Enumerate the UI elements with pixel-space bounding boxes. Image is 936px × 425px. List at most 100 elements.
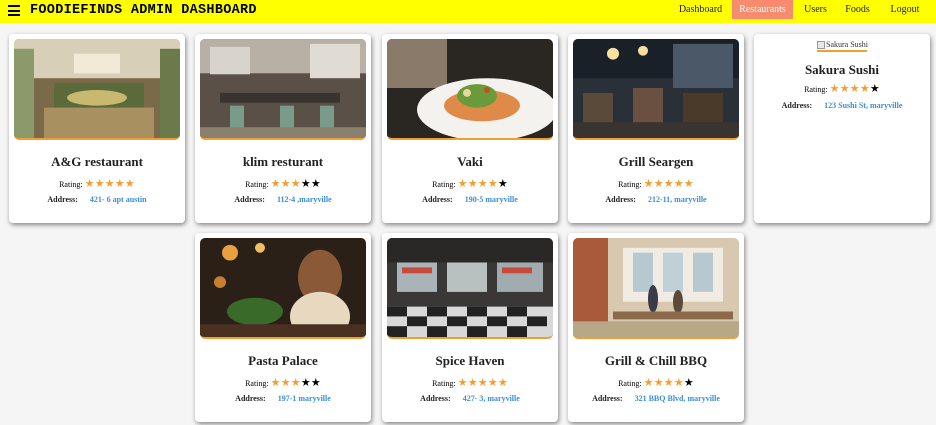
nav-foods[interactable]: Foods	[839, 0, 876, 19]
star-filled-icon: ★	[643, 177, 654, 190]
address-label: Address:	[47, 195, 78, 204]
restaurant-name: Sakura Sushi	[804, 62, 880, 77]
restaurant-image	[573, 39, 739, 140]
star-rating: ★★★★★	[458, 376, 508, 389]
star-filled-icon: ★	[124, 177, 135, 190]
address: Address: 427- 3, maryville	[382, 394, 558, 403]
star-empty-icon: ★	[300, 376, 311, 389]
address-label: Address:	[592, 394, 623, 403]
star-filled-icon: ★	[290, 177, 301, 190]
address-value: 427- 3, maryville	[462, 394, 520, 403]
star-filled-icon: ★	[663, 177, 674, 190]
rating: Rating: ★★★★★	[195, 177, 371, 190]
star-filled-icon: ★	[457, 177, 468, 190]
address-label: Address:	[235, 394, 266, 403]
star-filled-icon: ★	[457, 376, 468, 389]
restaurant-card[interactable]: A&G restaurant Rating: ★★★★★ Address: 42…	[9, 34, 185, 223]
star-filled-icon: ★	[270, 177, 281, 190]
restaurant-name: klim resturant	[242, 154, 324, 169]
restaurant-image	[14, 39, 180, 140]
rating-label: Rating:	[245, 379, 269, 388]
address-label: Address:	[605, 195, 636, 204]
star-filled-icon: ★	[467, 177, 478, 190]
nav-restaurants[interactable]: Restaurants	[732, 0, 793, 19]
restaurant-name: Vaki	[457, 154, 483, 169]
star-filled-icon: ★	[673, 376, 684, 389]
star-filled-icon: ★	[94, 177, 105, 190]
star-filled-icon: ★	[280, 177, 291, 190]
star-filled-icon: ★	[497, 376, 508, 389]
address: Address: 190-5 maryville	[382, 195, 558, 204]
star-filled-icon: ★	[270, 376, 281, 389]
star-empty-icon: ★	[310, 177, 321, 190]
restaurant-card[interactable]: Spice Haven Rating: ★★★★★ Address: 427- …	[382, 233, 558, 422]
address-label: Address:	[234, 195, 265, 204]
nav-logout[interactable]: Logout	[884, 0, 926, 19]
restaurant-name: Pasta Palace	[248, 353, 318, 368]
star-empty-icon: ★	[869, 82, 880, 95]
rating-label: Rating:	[804, 85, 828, 94]
star-filled-icon: ★	[280, 376, 291, 389]
rating-label: Rating:	[245, 180, 269, 189]
rating: Rating: ★★★★★	[754, 82, 930, 95]
star-rating: ★★★★★	[830, 82, 880, 95]
image-underline	[817, 50, 867, 52]
restaurant-image	[387, 238, 553, 339]
restaurant-card[interactable]: Sakura Sushi Sakura Sushi Rating: ★★★★★ …	[754, 34, 930, 223]
address: Address: 321 BBQ Blvd, maryville	[568, 394, 744, 403]
star-filled-icon: ★	[839, 82, 850, 95]
nav-dashboard[interactable]: Dashboard	[673, 0, 728, 19]
address-label: Address:	[420, 394, 451, 403]
restaurant-image	[200, 39, 366, 140]
address-value: 112-4 ,maryville	[276, 195, 332, 204]
star-rating: ★★★★★	[644, 376, 694, 389]
star-filled-icon: ★	[673, 177, 684, 190]
star-filled-icon: ★	[84, 177, 95, 190]
address: Address: 123 Sushi St, maryville	[754, 101, 930, 110]
address-value: 197-1 maryville	[277, 394, 331, 403]
rating: Rating: ★★★★★	[195, 376, 371, 389]
star-empty-icon: ★	[497, 177, 508, 190]
star-filled-icon: ★	[487, 376, 498, 389]
restaurant-name: A&G restaurant	[51, 154, 143, 169]
star-filled-icon: ★	[477, 177, 488, 190]
star-filled-icon: ★	[487, 177, 498, 190]
address-label: Address:	[781, 101, 813, 110]
rating-label: Rating:	[432, 379, 456, 388]
restaurant-card[interactable]: klim resturant Rating: ★★★★★ Address: 11…	[195, 34, 371, 223]
star-filled-icon: ★	[849, 82, 860, 95]
restaurant-image	[387, 39, 553, 140]
star-filled-icon: ★	[663, 376, 674, 389]
star-empty-icon: ★	[683, 376, 694, 389]
star-rating: ★★★★★	[85, 177, 135, 190]
restaurant-name: Spice Haven	[435, 353, 505, 368]
broken-image-icon	[817, 40, 825, 49]
nav-users[interactable]: Users	[797, 0, 834, 19]
address-value: 123 Sushi St, maryville	[824, 101, 903, 110]
restaurant-card[interactable]: Grill & Chill BBQ Rating: ★★★★★ Address:…	[568, 233, 744, 422]
rating: Rating: ★★★★★	[9, 177, 185, 190]
star-rating: ★★★★★	[458, 177, 508, 190]
rating: Rating: ★★★★★	[568, 177, 744, 190]
star-filled-icon: ★	[829, 82, 840, 95]
restaurant-name: Grill Seargen	[618, 154, 694, 169]
address-value: 212-11, maryville	[647, 195, 707, 204]
rating-label: Rating:	[432, 180, 456, 189]
address: Address: 421- 6 apt austin	[9, 195, 185, 204]
star-filled-icon: ★	[477, 376, 488, 389]
menu-icon[interactable]	[8, 5, 20, 16]
rating-label: Rating:	[618, 379, 642, 388]
address: Address: 112-4 ,maryville	[195, 195, 371, 204]
restaurant-card[interactable]: Vaki Rating: ★★★★★ Address: 190-5 maryvi…	[382, 34, 558, 223]
star-filled-icon: ★	[114, 177, 125, 190]
address-value: 321 BBQ Blvd, maryville	[634, 394, 720, 403]
rating-label: Rating:	[618, 180, 642, 189]
restaurant-card[interactable]: Grill Seargen Rating: ★★★★★ Address: 212…	[568, 34, 744, 223]
broken-image: Sakura Sushi	[817, 39, 868, 50]
restaurant-image	[573, 238, 739, 339]
star-filled-icon: ★	[643, 376, 654, 389]
restaurant-card[interactable]: Pasta Palace Rating: ★★★★★ Address: 197-…	[195, 233, 371, 422]
star-empty-icon: ★	[300, 177, 311, 190]
star-rating: ★★★★★	[271, 376, 321, 389]
star-filled-icon: ★	[859, 82, 870, 95]
